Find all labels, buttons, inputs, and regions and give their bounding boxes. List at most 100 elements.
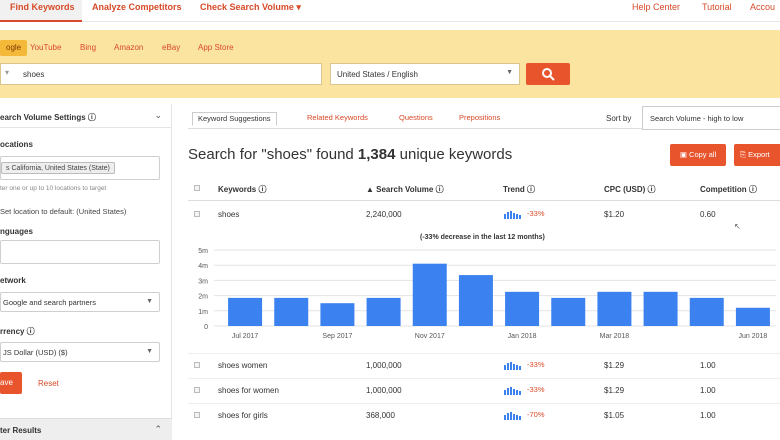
chart-caption: (-33% decrease in the last 12 months) — [420, 234, 545, 241]
x-tick-label: Jul 2017 — [232, 333, 259, 340]
search-volume-settings-header[interactable]: earch Volume Settings ⓘ ⌄ — [0, 104, 172, 128]
chart-bar[interactable] — [320, 303, 355, 326]
row-trend[interactable]: -33% — [503, 360, 563, 370]
sort-select[interactable]: Search Volume - high to low — [642, 106, 780, 130]
row-competition: 0.60 — [700, 210, 716, 219]
nav-help-center[interactable]: Help Center — [632, 0, 680, 22]
row-cpc: $1.20 — [604, 210, 625, 219]
sort-value: Search Volume - high to low — [650, 114, 744, 123]
x-tick-label: Nov 2017 — [415, 333, 445, 340]
copy-all-button[interactable]: ▣ Copy all — [670, 144, 726, 166]
chart-bar[interactable] — [643, 291, 678, 326]
export-icon: ⎘ — [740, 150, 749, 159]
tab-prepositions[interactable]: Prepositions — [454, 112, 505, 126]
save-button[interactable]: ave — [0, 372, 22, 394]
row-checkbox[interactable] — [194, 387, 200, 393]
chart-bar[interactable] — [274, 297, 309, 326]
tab-ebay[interactable]: eBay — [156, 40, 186, 56]
row-trend[interactable]: -70% — [503, 410, 563, 420]
col-header-trend[interactable]: Trend ⓘ — [503, 184, 535, 195]
row-divider — [188, 403, 780, 404]
tab-app-store[interactable]: App Store — [192, 40, 240, 56]
locations-label: ocations — [0, 140, 33, 149]
row-volume: 1,000,000 — [366, 386, 402, 395]
row-keyword[interactable]: shoes for women — [218, 386, 279, 395]
search-button[interactable] — [526, 63, 570, 85]
search-icon — [542, 68, 555, 81]
col-header-keywords[interactable]: Keywords ⓘ — [218, 184, 266, 195]
network-select[interactable]: Google and search partners ▼ — [0, 292, 160, 312]
network-label: etwork — [0, 276, 26, 285]
row-volume: 2,240,000 — [366, 210, 402, 219]
row-keyword[interactable]: shoes — [218, 210, 239, 219]
export-button[interactable]: ⎘ Export — [734, 144, 780, 166]
page-title: Search for "shoes" found 1,384 unique ke… — [188, 146, 512, 163]
settings-title: earch Volume Settings ⓘ — [0, 113, 96, 122]
locations-input[interactable]: s California, United States (State) — [0, 156, 160, 180]
nav-tutorial[interactable]: Tutorial — [702, 0, 732, 22]
row-checkbox[interactable] — [194, 412, 200, 418]
row-divider — [188, 378, 780, 379]
chevron-down-icon: ▼ — [146, 348, 153, 355]
row-checkbox[interactable] — [194, 211, 200, 217]
chevron-down-icon: ▼ — [506, 69, 513, 76]
row-trend[interactable]: -33% — [503, 209, 563, 219]
nav-check-search-volume[interactable]: Check Search Volume ▾ — [200, 0, 301, 22]
chart-bar[interactable] — [551, 297, 586, 326]
location-chip[interactable]: s California, United States (State) — [1, 162, 115, 174]
tab-related-keywords[interactable]: Related Keywords — [302, 112, 373, 126]
y-tick-label: 3m — [198, 278, 208, 285]
x-tick-label: Sep 2017 — [322, 333, 352, 340]
chart-bar[interactable] — [735, 307, 770, 326]
nav-find-keywords[interactable]: Find Keywords — [0, 0, 82, 22]
nav-account[interactable]: Accou — [750, 0, 775, 22]
trend-percent: -33% — [527, 360, 545, 369]
row-keyword[interactable]: shoes for girls — [218, 411, 268, 420]
row-keyword[interactable]: shoes women — [218, 361, 267, 370]
sort-by-label: Sort by — [606, 114, 632, 123]
select-all-checkbox[interactable] — [194, 185, 200, 191]
trend-chart: 0 1m 2m 3m 4m 5m Jul 2017 Sep 2017 Nov 2017 Jan 2… — [188, 228, 780, 346]
row-divider — [188, 353, 780, 354]
x-tick-label: Jan 2018 — [508, 333, 537, 340]
row-competition: 1.00 — [700, 361, 716, 370]
result-suffix: unique keywords — [395, 146, 513, 163]
reset-link[interactable]: Reset — [38, 379, 59, 388]
tab-keyword-suggestions[interactable]: Keyword Suggestions — [192, 112, 277, 126]
col-header-cpc[interactable]: CPC (USD) ⓘ — [604, 184, 656, 195]
chevron-up-icon: ⌃ — [154, 424, 162, 434]
languages-label: nguages — [0, 227, 33, 236]
chart-bar[interactable] — [412, 263, 447, 326]
col-header-search-volume[interactable]: ▲ Search Volume ⓘ — [366, 184, 444, 195]
sparkline-icon — [504, 412, 521, 420]
chart-bar[interactable] — [689, 297, 724, 326]
languages-input[interactable] — [0, 240, 160, 264]
keyword-value: shoes — [23, 70, 45, 79]
tab-amazon[interactable]: Amazon — [108, 40, 149, 56]
row-checkbox[interactable] — [194, 362, 200, 368]
chart-bar[interactable] — [458, 275, 493, 326]
tab-questions[interactable]: Questions — [394, 112, 438, 126]
col-header-competition[interactable]: Competition ⓘ — [700, 184, 757, 195]
locations-hint: ter one or up to 10 locations to target — [0, 185, 107, 192]
keyword-search-input[interactable]: ▾ shoes — [0, 63, 322, 85]
x-tick-label: Mar 2018 — [600, 333, 630, 340]
chevron-down-icon: ▾ — [5, 68, 10, 77]
tab-youtube[interactable]: YouTube — [24, 40, 67, 56]
y-tick-label: 4m — [198, 263, 208, 270]
currency-select[interactable]: JS Dollar (USD) ($) ▼ — [0, 342, 160, 362]
tab-bing[interactable]: Bing — [74, 40, 102, 56]
row-trend[interactable]: -33% — [503, 385, 563, 395]
chart-bar[interactable] — [366, 297, 401, 326]
chart-bar[interactable] — [597, 291, 632, 326]
x-tick-label: Jun 2018 — [739, 333, 768, 340]
nav-analyze-competitors[interactable]: Analyze Competitors — [92, 0, 182, 22]
clipboard-icon: ▣ — [679, 150, 690, 159]
copy-all-label: Copy all — [689, 150, 717, 159]
location-language-select[interactable]: United States / English ▼ — [330, 63, 520, 85]
filter-results-header[interactable]: ter Results ⌃ — [0, 418, 172, 440]
row-cpc: $1.29 — [604, 386, 625, 395]
chart-bar[interactable] — [228, 297, 263, 326]
chart-bar[interactable] — [505, 291, 540, 326]
set-default-location-link[interactable]: Set location to default: (United States) — [0, 207, 126, 216]
